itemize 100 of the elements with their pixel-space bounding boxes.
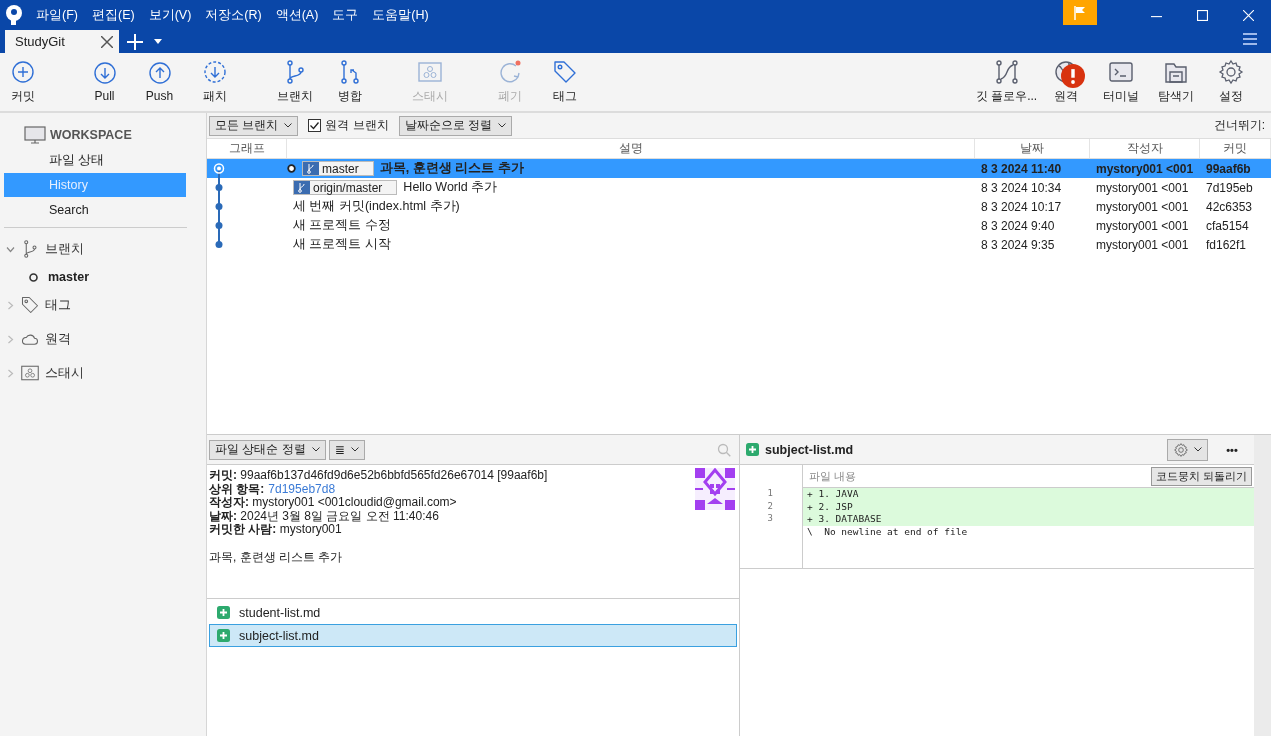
checkbox-label: 원격 브랜치 [325, 117, 389, 134]
commit-info-line: 작성자: mystory001 <001cloudid@gmail.com> [209, 496, 458, 510]
menu-item[interactable]: 편집(E) [91, 6, 135, 24]
commit-hash: 42c6353 [1205, 199, 1254, 214]
line-number: 3 [766, 513, 774, 525]
menu-item[interactable]: 도구 [332, 6, 359, 24]
toolbar-button[interactable]: 커밋 [0, 53, 45, 111]
tab-label: StudyGit [15, 34, 65, 49]
chevron-icon[interactable] [6, 244, 15, 254]
skip-label: 건너뛰기: [1213, 117, 1265, 134]
commit-date: 8 3 2024 10:34 [980, 180, 1063, 195]
added-file-icon [217, 606, 230, 619]
menu-item[interactable]: 액션(A) [275, 6, 319, 24]
toolbar-button[interactable]: 터미널 [1093, 53, 1148, 111]
commit-message: 과목, 훈련생 리스트 추가 [209, 550, 344, 564]
toolbar-button[interactable]: 설정 [1203, 53, 1258, 111]
up-arrow-circle-icon [147, 61, 172, 85]
branch-label[interactable]: master [302, 161, 374, 176]
commit-hash: 7d195eb [1205, 180, 1254, 195]
more-button[interactable]: ••• [1214, 442, 1250, 457]
menu-icon[interactable] [1243, 33, 1257, 45]
file-item[interactable]: subject-list.md [209, 624, 737, 647]
branch-item[interactable]: master [48, 270, 89, 284]
identicon-avatar [695, 468, 735, 510]
sidebar-item[interactable]: 파일 상태 [4, 148, 186, 172]
commit-row[interactable]: origin/master Hello World 추가 8 3 2024 10:34 mystory001 <001 7d195eb [207, 178, 1271, 197]
column-header[interactable]: 설명 [287, 139, 975, 158]
tag-icon [21, 296, 39, 314]
toolbar-button[interactable]: 패치 [187, 53, 242, 111]
menu-item[interactable]: 파일(F) [36, 6, 78, 24]
commit-hash: fd162f1 [1205, 237, 1248, 252]
parent-commit-link[interactable]: 7d195eb7d8 [268, 481, 336, 496]
file-item[interactable]: student-list.md [209, 601, 737, 624]
column-header[interactable]: 작성자 [1090, 139, 1200, 158]
head-marker-icon [287, 164, 296, 173]
commit-author: mystory001 <001 [1095, 180, 1190, 195]
commit-date: 8 3 2024 9:35 [980, 237, 1056, 252]
column-header[interactable]: 커밋 [1200, 139, 1271, 158]
branch-filter-dropdown[interactable]: 모든 브랜치 [209, 115, 299, 136]
caret-icon[interactable] [153, 39, 163, 45]
column-header[interactable]: 그래프 [207, 139, 287, 158]
toolbar-button[interactable]: 병합 [322, 53, 377, 111]
added-file-icon [217, 629, 230, 642]
menu-item[interactable]: 저장소(R) [205, 6, 262, 24]
sidebar-section[interactable]: 태그 [45, 296, 71, 314]
sidebar-item[interactable]: Search [4, 198, 186, 222]
checkbox[interactable] [308, 119, 322, 132]
commit-hash: 99aaf6b [1205, 161, 1252, 176]
commit-row[interactable]: 새 프로젝트 수정 8 3 2024 9:40 mystory001 <001 cfa5154 [207, 216, 1271, 235]
toolbar-button[interactable]: Pull [77, 53, 132, 111]
commit-date: 8 3 2024 9:40 [980, 218, 1056, 233]
diff-file-name: subject-list.md [765, 442, 854, 457]
toolbar-button[interactable]: 깃 플로우... [975, 53, 1038, 111]
revert-hunk-button[interactable]: 코드뭉치 되돌리기 [1150, 466, 1252, 486]
sidebar-section[interactable]: 스태시 [45, 364, 84, 382]
menu-item[interactable]: 도움말(H) [372, 6, 429, 24]
commit-date: 8 3 2024 11:40 [980, 161, 1063, 176]
toolbar-button[interactable]: Push [132, 53, 187, 111]
toolbar-button[interactable]: 탐색기 [1148, 53, 1203, 111]
commit-author: mystory001 <001 [1095, 218, 1190, 233]
file-name: subject-list.md [239, 628, 319, 643]
menu-item[interactable]: 보기(V) [148, 6, 192, 24]
toolbar-button[interactable]: 태그 [537, 53, 592, 111]
toolbar-button[interactable]: 브랜치 [267, 53, 322, 111]
plus-icon[interactable] [127, 34, 143, 50]
caret-icon [498, 123, 507, 128]
toolbar-button[interactable]: 원격 [1038, 53, 1093, 111]
plus-circle-icon [10, 59, 35, 84]
column-header[interactable]: 날짜 [975, 139, 1090, 158]
commit-row[interactable]: 새 프로젝트 시작 8 3 2024 9:35 mystory001 <001 fd162f1 [207, 235, 1271, 254]
maximize-icon[interactable] [1196, 9, 1208, 21]
repository-tab[interactable]: StudyGit [5, 30, 119, 53]
view-mode-dropdown[interactable]: ≣ [328, 439, 365, 460]
caret-icon [311, 447, 320, 452]
file-sort-dropdown[interactable]: 파일 상태순 정렬 [209, 439, 326, 460]
commit-row[interactable]: 세 번째 커밋(index.html 추가) 8 3 2024 10:17 mystory001 <001 42c6353 [207, 197, 1271, 216]
commit-author: mystory001 <001 [1095, 199, 1190, 214]
commit-description: 새 프로젝트 시작 [293, 236, 391, 253]
commit-info-line: 커밋한 사람: mystory001 [209, 523, 343, 537]
close-icon[interactable] [101, 35, 113, 48]
commit-row[interactable]: master 과목, 훈련생 리스트 추가 8 3 2024 11:40 mystory001 <001 99aaf6b [207, 159, 1271, 178]
sidebar-section[interactable]: 원격 [45, 330, 71, 348]
git-flow-icon [994, 59, 1019, 84]
branch-label[interactable]: origin/master [293, 180, 398, 195]
branch-icon [21, 240, 39, 258]
terminal-icon [1108, 59, 1133, 84]
sort-dropdown[interactable]: 날짜순으로 정렬 [398, 115, 513, 136]
caret-icon [284, 123, 293, 128]
workspace-heading: WORKSPACE [50, 128, 132, 142]
app-logo-icon [4, 4, 24, 26]
scrollbar[interactable] [1254, 435, 1271, 736]
commit-description: 새 프로젝트 수정 [293, 217, 391, 234]
commit-description: 세 번째 커밋(index.html 추가) [293, 198, 460, 215]
settings-dropdown[interactable] [1167, 438, 1208, 461]
monitor-icon [24, 126, 46, 144]
commit-description: Hello World 추가 [403, 179, 498, 196]
undo-icon [497, 59, 522, 84]
file-name: student-list.md [239, 605, 321, 620]
commit-description: 과목, 훈련생 리스트 추가 [379, 160, 524, 177]
sidebar-section[interactable]: 브랜치 [45, 240, 84, 258]
